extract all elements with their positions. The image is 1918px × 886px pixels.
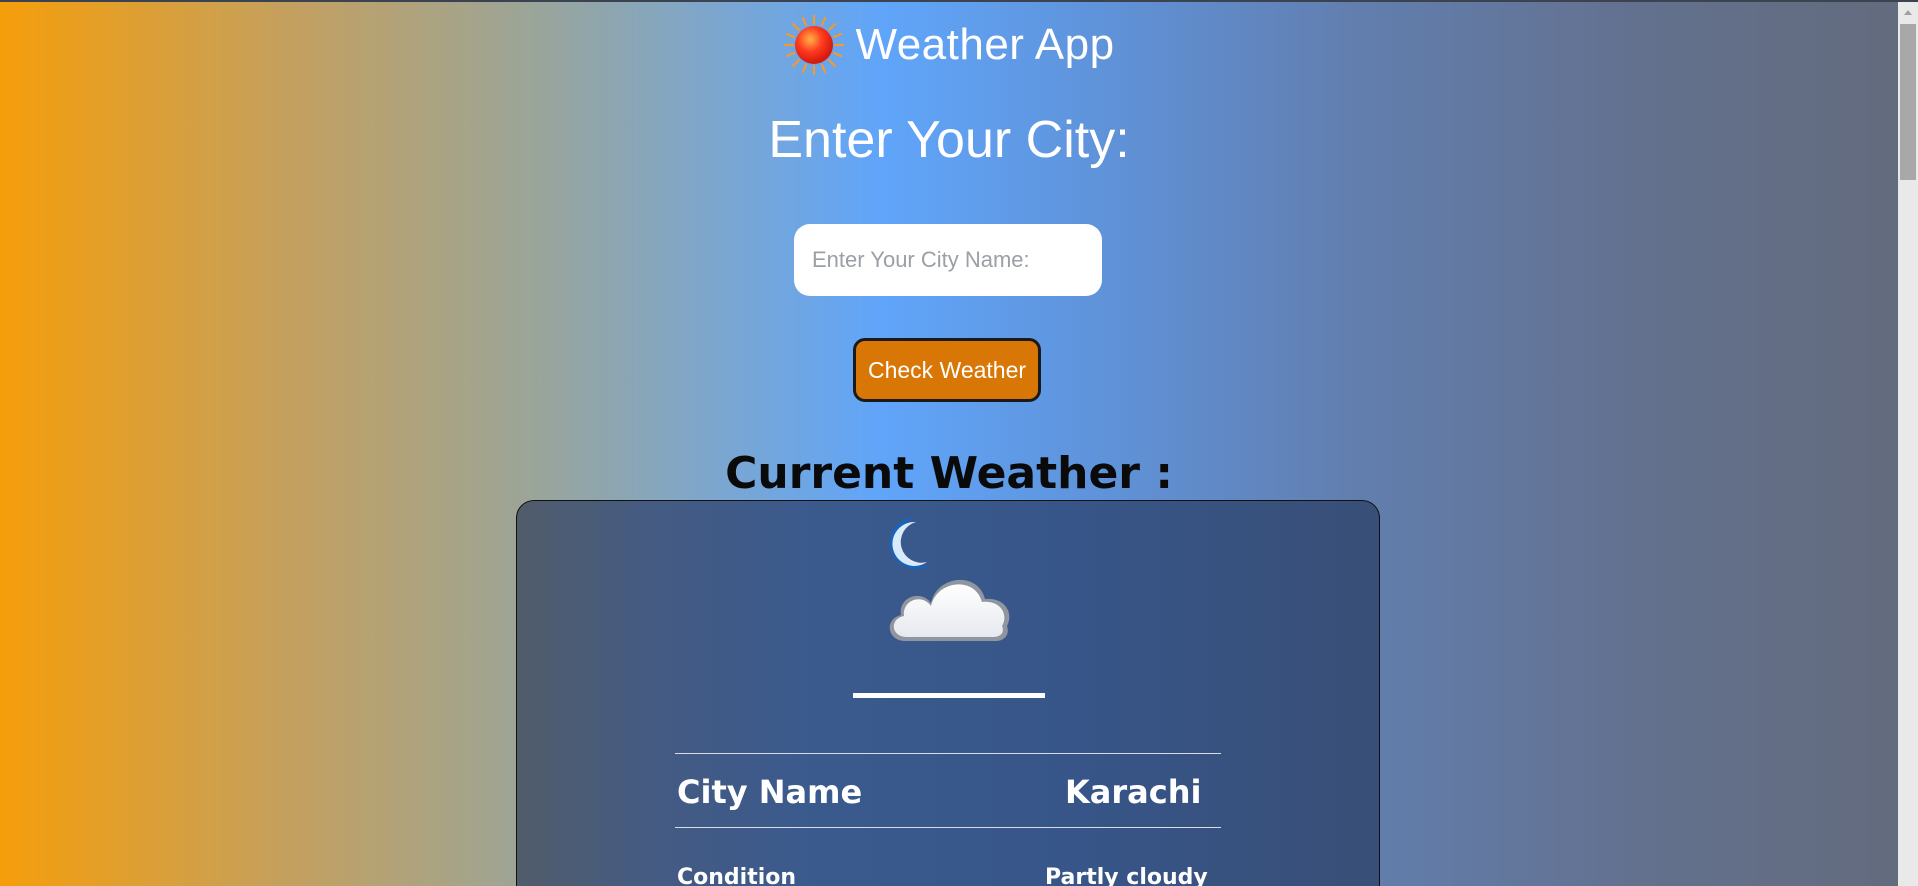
- table-divider: [675, 753, 1221, 754]
- check-weather-button[interactable]: Check Weather: [853, 338, 1041, 402]
- scroll-up-arrow-icon[interactable]: [1898, 2, 1918, 22]
- temperature-underline: [853, 693, 1045, 698]
- condition-label: Condition: [677, 865, 797, 886]
- vertical-scrollbar[interactable]: [1898, 2, 1918, 886]
- weather-card: City Name Karachi Condition Partly cloud…: [516, 500, 1380, 886]
- current-weather-heading: Current Weather :: [725, 448, 1173, 499]
- app-header: Weather App: [0, 10, 1898, 80]
- table-divider: [675, 827, 1221, 828]
- page-viewport: Weather App Enter Your City: Check Weath…: [0, 0, 1898, 886]
- condition-value: Partly cloudy: [1045, 865, 1208, 886]
- partly-cloudy-night-icon: [889, 517, 1010, 641]
- city-name-input[interactable]: [794, 224, 1102, 296]
- city-heading: Enter Your City:: [768, 111, 1130, 169]
- city-name-value: Karachi: [1065, 773, 1202, 811]
- sun-icon: [784, 14, 845, 76]
- city-name-label: City Name: [677, 773, 863, 811]
- app-title: Weather App: [855, 20, 1115, 69]
- scrollbar-thumb[interactable]: [1900, 24, 1916, 180]
